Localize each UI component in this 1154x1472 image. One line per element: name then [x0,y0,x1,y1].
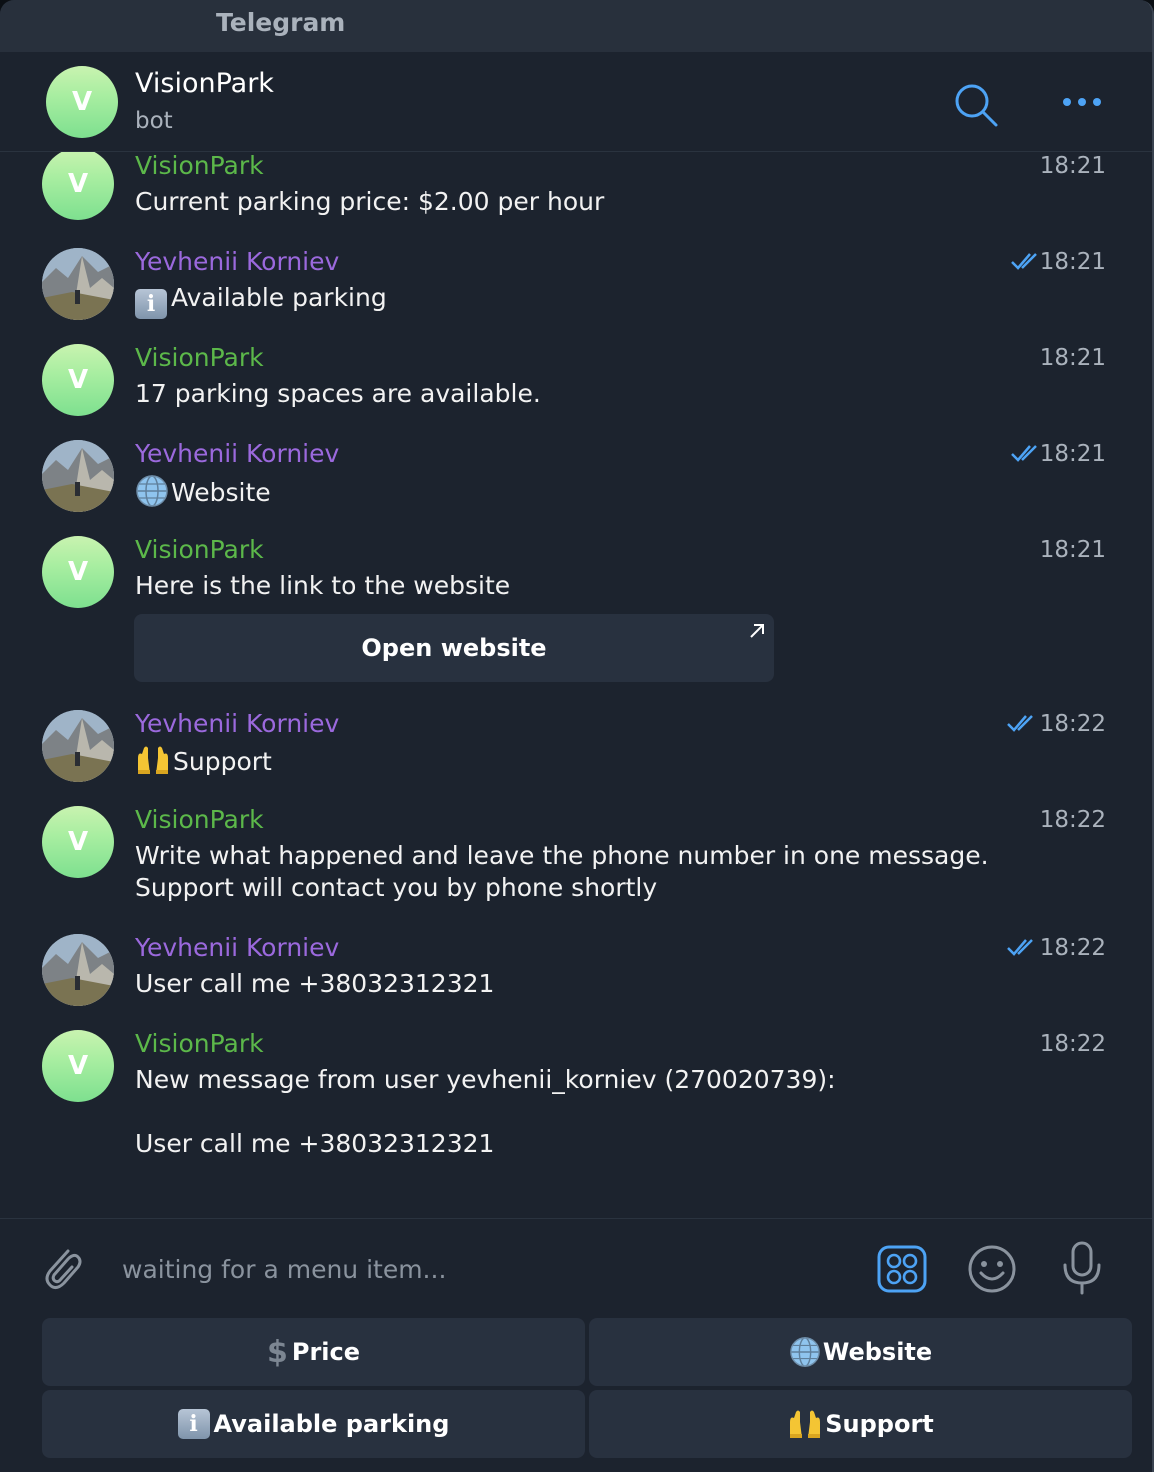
user-avatar[interactable] [42,440,114,512]
user-avatar[interactable] [42,248,114,320]
message-text: 17 parking spaces are available. [135,379,541,408]
message-composer [0,1218,1152,1318]
paperclip-icon[interactable] [38,1241,86,1295]
double-check-icon [1007,715,1033,732]
raised-hands-emoji-icon [138,746,168,774]
message-time: 18:22 [1039,935,1106,961]
price-button[interactable]: $ Price [42,1318,585,1386]
message-text: Support [135,744,272,778]
window-title: Telegram [216,8,346,37]
message-time: 18:21 [1039,537,1106,563]
message-sender[interactable]: Yevhenii Korniev [135,934,339,962]
open-website-label: Open website [361,634,547,662]
message-text: User call me +38032312321 [135,969,495,998]
support-button-label: Support [825,1410,934,1438]
support-button[interactable]: Support [589,1390,1132,1458]
available-parking-button-label: Available parking [213,1410,450,1438]
chat-header[interactable]: V VisionPark bot [0,52,1152,152]
external-link-icon [750,624,764,638]
raised-hands-emoji-icon [790,1410,821,1438]
globe-emoji-icon [136,475,168,507]
message-text-label: Website [171,478,271,507]
search-icon[interactable] [953,82,999,128]
message-sender[interactable]: Yevhenii Korniev [135,710,339,738]
bot-avatar[interactable]: V [42,152,114,220]
bot-avatar[interactable]: V [42,536,114,608]
message-sender[interactable]: Yevhenii Korniev [135,440,339,468]
bot-keyboard-icon[interactable] [877,1245,927,1293]
double-check-icon [1011,445,1037,462]
message-sender[interactable]: VisionPark [135,806,264,834]
message-sender[interactable]: VisionPark [135,152,264,180]
available-parking-button[interactable]: i Available parking [42,1390,585,1458]
telegram-window: Telegram V VisionPark bot V VisionPark 1… [0,0,1154,1472]
message-input[interactable] [122,1247,842,1291]
message-time: 18:22 [1039,711,1106,737]
message-time: 18:21 [1039,345,1106,371]
microphone-icon[interactable] [1060,1241,1104,1297]
message-text: New message from user yevhenii_korniev (… [135,1065,836,1158]
message-sender[interactable]: VisionPark [135,1030,264,1058]
bot-reply-keyboard: $ Price Website i Available parking Supp… [42,1318,1132,1468]
message-text-label: Support [173,747,272,776]
message-text-label: Available parking [171,283,387,312]
user-avatar[interactable] [42,710,114,782]
message-sender[interactable]: Yevhenii Korniev [135,248,339,276]
bot-avatar[interactable]: V [46,66,118,138]
message-list[interactable]: V VisionPark 18:21 Current parking price… [0,152,1152,1218]
message-time: 18:21 [1039,153,1106,179]
message-sender[interactable]: VisionPark [135,536,264,564]
message-text: Website [135,474,271,509]
double-check-icon [1007,939,1033,956]
title-bar: Telegram [0,0,1152,52]
chat-status: bot [135,108,173,134]
open-website-button[interactable]: Open website [134,614,774,682]
bot-avatar[interactable]: V [42,806,114,878]
message-text: Current parking price: $2.00 per hour [135,187,605,216]
bot-avatar[interactable]: V [42,1030,114,1102]
bot-avatar[interactable]: V [42,344,114,416]
message-text: Here is the link to the website [135,571,511,600]
message-time: 18:22 [1039,807,1106,833]
message-sender[interactable]: VisionPark [135,344,264,372]
information-emoji-icon: i [177,1409,210,1439]
message-text: i Available parking [135,282,387,319]
website-button-label: Website [822,1338,933,1366]
globe-emoji-icon [790,1337,820,1367]
message-time: 18:21 [1039,249,1106,275]
price-button-label: Price [291,1338,361,1366]
message-text: Write what happened and leave the phone … [135,841,989,902]
emoji-smile-icon[interactable] [966,1243,1018,1295]
more-dots-icon[interactable] [1060,92,1104,112]
message-time: 18:22 [1039,1031,1106,1057]
double-check-icon [1011,253,1037,270]
user-avatar[interactable] [42,934,114,1006]
website-button[interactable]: Website [589,1318,1132,1386]
information-emoji-icon: i [135,289,167,319]
dollar-sign-icon: $ [266,1334,288,1370]
chat-title[interactable]: VisionPark [135,68,274,99]
message-time: 18:21 [1039,441,1106,467]
